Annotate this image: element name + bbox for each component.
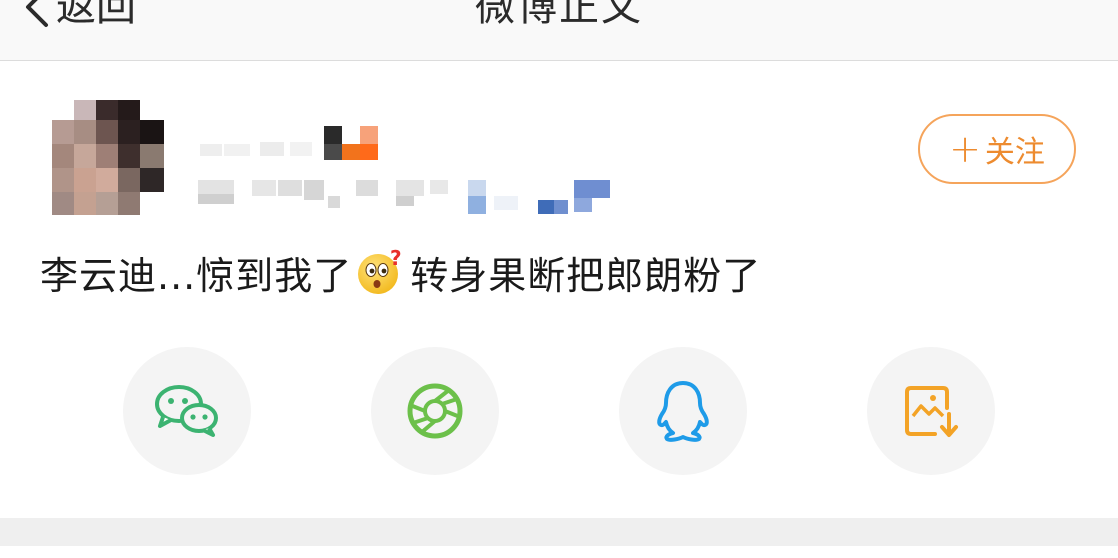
post-content: 李云迪...惊到我了 ? 转身果断把郎朗粉了 — [40, 244, 761, 300]
share-wechat-button[interactable] — [123, 347, 251, 475]
share-qq-button[interactable] — [619, 347, 747, 475]
moments-icon — [407, 383, 463, 439]
follow-label: 关注 — [984, 135, 1045, 170]
save-image-icon — [905, 386, 958, 437]
plus-icon: + — [949, 127, 981, 171]
svg-text:?: ? — [390, 247, 403, 270]
page-title: 微博正文 — [475, 0, 643, 30]
qq-icon — [657, 381, 709, 442]
top-navigation-bar: 返回 微博正文 — [0, 0, 1118, 61]
avatar[interactable] — [52, 100, 164, 215]
follow-button[interactable]: + 关注 — [918, 114, 1076, 184]
post-text-part-2: 转身果断把郎朗粉了 — [410, 253, 762, 298]
wechat-icon — [155, 385, 218, 437]
post-meta — [198, 178, 618, 222]
share-moments-button[interactable] — [371, 347, 499, 475]
username[interactable] — [200, 126, 390, 170]
post-text-part-1: 李云迪...惊到我了 — [40, 253, 353, 298]
section-divider — [0, 518, 1118, 546]
surprised-question-emoji-icon: ? — [356, 247, 406, 297]
save-image-button[interactable] — [867, 347, 995, 475]
